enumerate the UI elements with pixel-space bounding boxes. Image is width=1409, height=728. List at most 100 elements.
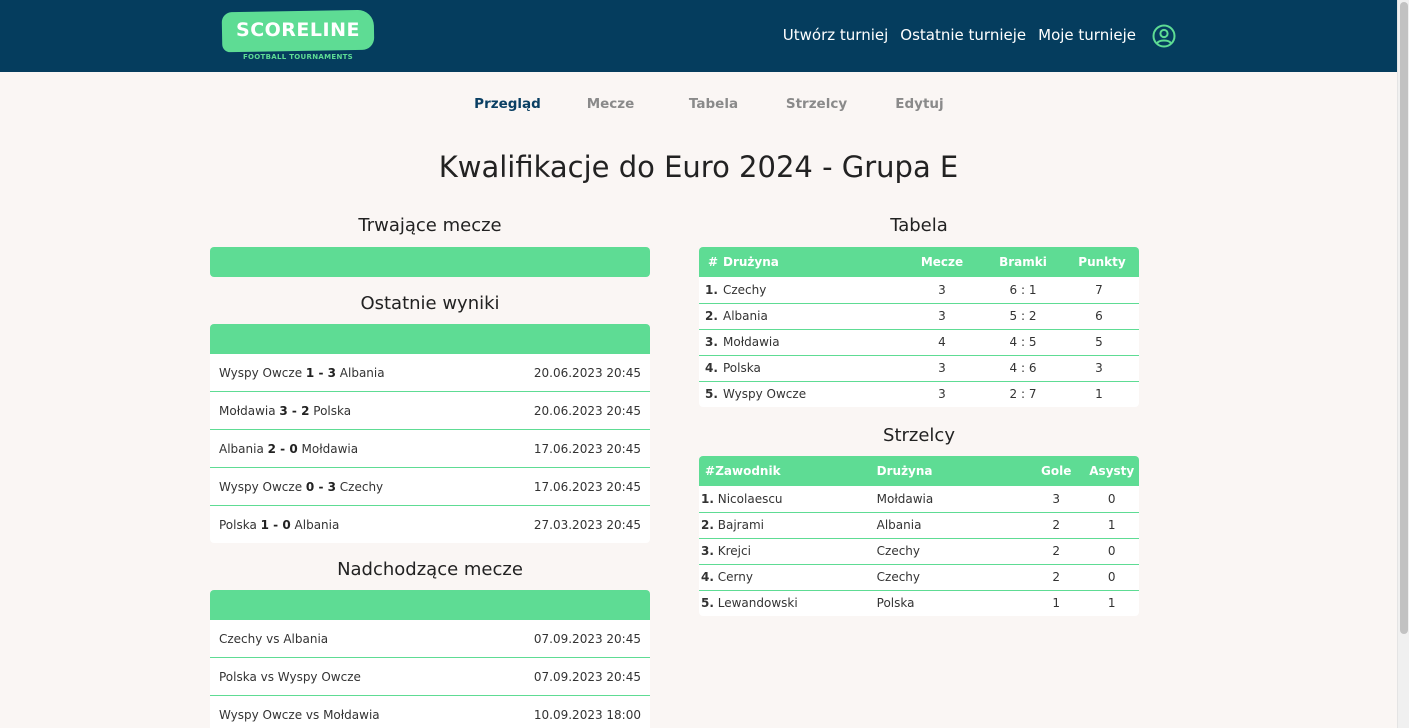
scorers-row[interactable]: 1. Nicolaescu Mołdawia 3 0 — [699, 486, 1139, 513]
nav-create-tournament[interactable]: Utwórz turniej — [783, 26, 888, 44]
upcoming-match-row[interactable]: Czechy vs Albania 07.09.2023 20:45 — [210, 620, 650, 658]
scorers-table: # Zawodnik Drużyna Gole Asysty 1. Nicola… — [699, 456, 1139, 616]
tab-scorers[interactable]: Strzelcy — [765, 96, 868, 112]
scoreline-logo[interactable]: SCORELINE Football Tournaments — [221, 9, 375, 63]
match-teams: Czechy vs Albania — [219, 631, 329, 646]
standings-header-row: # Drużyna Mecze Bramki Punkty — [699, 247, 1139, 277]
row-player-cell: 2. Bajrami — [699, 512, 877, 539]
row-player: Krejci — [717, 544, 751, 558]
row-rank: 5. — [701, 596, 714, 611]
match-date: 07.09.2023 20:45 — [533, 631, 641, 646]
ongoing-matches-title: Trwające mecze — [358, 215, 502, 236]
col-player[interactable]: Zawodnik — [715, 456, 876, 486]
match-row[interactable]: Polska 1 - 0 Albania 27.03.2023 20:45 — [210, 506, 650, 544]
match-date: 17.06.2023 20:45 — [533, 441, 641, 456]
match-row[interactable]: Mołdawia 3 - 2 Polska 20.06.2023 20:45 — [210, 392, 650, 430]
scorers-row[interactable]: 3. Krejci Czechy 2 0 — [699, 538, 1139, 565]
match-teams: Wyspy Owcze 1 - 3 Albania — [219, 365, 385, 380]
match-date: 10.09.2023 18:00 — [533, 708, 641, 722]
logo-title: SCORELINE — [236, 19, 360, 41]
scorers-row[interactable]: 2. Bajrami Albania 2 1 — [699, 512, 1139, 539]
row-assists: 1 — [1107, 596, 1116, 611]
recent-results-title: Ostatnie wyniki — [360, 293, 500, 314]
standings-row[interactable]: 2. Albania 3 5 : 2 6 — [699, 303, 1139, 330]
match-teams: Albania 2 - 0 Mołdawia — [219, 441, 359, 456]
row-rank: 4. — [699, 355, 723, 382]
tournament-tabs: Przegląd Mecze Tabela Strzelcy Edytuj — [456, 96, 971, 112]
col-goals[interactable]: Bramki — [987, 247, 1059, 277]
col-rank: # — [708, 255, 719, 269]
row-assists: 0 — [1084, 486, 1139, 513]
row-played: 3 — [897, 355, 987, 382]
match-teams: Wyspy Owcze 0 - 3 Czechy — [219, 479, 384, 494]
row-assists: 0 — [1084, 538, 1139, 565]
row-assists: 0 — [1084, 564, 1139, 591]
page-scrollbar[interactable] — [1397, 0, 1409, 728]
row-goals: 5 : 2 — [987, 303, 1059, 330]
tab-table[interactable]: Tabela — [662, 96, 765, 112]
tab-overview[interactable]: Przegląd — [456, 96, 559, 112]
page-title: Kwalifikacje do Euro 2024 - Grupa E — [438, 150, 959, 184]
user-account-icon[interactable] — [1152, 24, 1176, 48]
recent-results-list: Wyspy Owcze 1 - 3 Albania 20.06.2023 20:… — [210, 354, 650, 543]
match-date: 17.06.2023 20:45 — [533, 479, 641, 494]
tab-matches[interactable]: Mecze — [559, 96, 662, 112]
standings-row[interactable]: 1. Czechy 3 6 : 1 7 — [699, 277, 1139, 304]
row-team: Czechy — [876, 564, 1028, 591]
row-team: Mołdawia — [723, 329, 897, 356]
row-goals: 3 — [1027, 486, 1085, 513]
upcoming-match-row[interactable]: Polska vs Wyspy Owcze 07.09.2023 20:45 — [210, 658, 650, 696]
col-played[interactable]: Mecze — [897, 247, 987, 277]
standings-row[interactable]: 4. Polska 3 4 : 6 3 — [699, 355, 1139, 382]
row-goals: 4 : 5 — [987, 329, 1059, 356]
match-row[interactable]: Albania 2 - 0 Mołdawia 17.06.2023 20:45 — [210, 430, 650, 468]
top-navbar: SCORELINE Football Tournaments Utwórz tu… — [0, 0, 1397, 72]
upcoming-matches-title: Nadchodzące mecze — [337, 559, 523, 580]
nav-recent-tournaments[interactable]: Ostatnie turnieje — [900, 26, 1026, 44]
row-points: 3 — [1059, 355, 1139, 382]
col-assists[interactable]: Asysty — [1084, 456, 1139, 486]
row-goals: 1 — [1052, 596, 1061, 611]
row-goals: 4 : 6 — [987, 355, 1059, 382]
scorers-row[interactable]: 4. Cerny Czechy 2 0 — [699, 564, 1139, 591]
row-rank: 2. — [701, 518, 714, 532]
upcoming-match-row[interactable]: Wyspy Owcze vs Mołdawia 10.09.2023 18:00 — [210, 696, 650, 728]
logo-tagline: Football Tournaments — [242, 53, 354, 61]
row-points: 7 — [1059, 277, 1139, 304]
row-rank: 3. — [699, 329, 723, 356]
scorers-title: Strzelcy — [883, 425, 955, 446]
row-team: Polska — [876, 596, 915, 611]
row-player-cell: 5. Lewandowski — [699, 590, 877, 616]
row-played: 3 — [897, 277, 987, 304]
upcoming-matches-list: Czechy vs Albania 07.09.2023 20:45 Polsk… — [210, 620, 650, 728]
row-team: Mołdawia — [876, 486, 1028, 513]
upcoming-matches-header-bar — [210, 590, 650, 620]
row-player: Lewandowski — [717, 596, 798, 611]
standings-row[interactable]: 5. Wyspy Owcze 3 2 : 7 1 — [699, 381, 1139, 407]
nav-links: Utwórz turniej Ostatnie turnieje Moje tu… — [783, 26, 1136, 44]
row-goals: 6 : 1 — [987, 277, 1059, 304]
nav-my-tournaments[interactable]: Moje turnieje — [1038, 26, 1136, 44]
match-row[interactable]: Wyspy Owcze 0 - 3 Czechy 17.06.2023 20:4… — [210, 468, 650, 506]
col-team[interactable]: Drużyna — [877, 456, 1028, 486]
row-goals: 2 — [1027, 538, 1085, 565]
row-team: Albania — [876, 512, 1028, 539]
row-rank: 4. — [701, 570, 714, 584]
row-team: Wyspy Owcze — [723, 387, 807, 402]
row-player-cell: 1. Nicolaescu — [699, 486, 877, 513]
row-player: Nicolaescu — [717, 491, 783, 506]
row-goals: 2 : 7 — [1009, 387, 1037, 402]
col-team[interactable]: Drużyna — [723, 247, 897, 277]
scorers-header-row: # Zawodnik Drużyna Gole Asysty — [699, 456, 1139, 486]
standings-row[interactable]: 3. Mołdawia 4 4 : 5 5 — [699, 329, 1139, 356]
match-row[interactable]: Wyspy Owcze 1 - 3 Albania 20.06.2023 20:… — [210, 354, 650, 392]
col-points[interactable]: Punkty — [1059, 247, 1139, 277]
ongoing-matches-bar — [210, 247, 650, 277]
tab-edit[interactable]: Edytuj — [868, 96, 971, 112]
scorers-row[interactable]: 5. Lewandowski Polska 1 1 — [699, 590, 1139, 616]
standings-table-card: # Drużyna Mecze Bramki Punkty 1. Czechy … — [699, 247, 1139, 407]
row-goals: 2 — [1027, 564, 1085, 591]
scrollbar-thumb[interactable] — [1400, 2, 1408, 634]
scorers-table-card: # Zawodnik Drużyna Gole Asysty 1. Nicola… — [699, 456, 1139, 616]
col-goals[interactable]: Gole — [1028, 456, 1085, 486]
